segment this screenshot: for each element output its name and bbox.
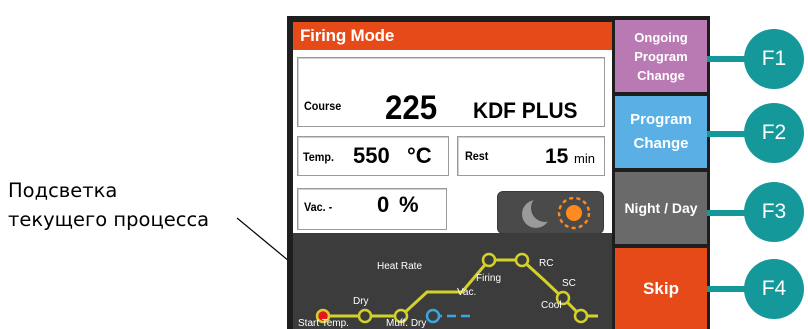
- program-change-line-1: Program: [630, 111, 692, 128]
- f4-key[interactable]: F4: [744, 259, 804, 319]
- temperature-field: Temp. 550 °C: [297, 136, 449, 176]
- stage-marker-vac: [425, 308, 441, 324]
- stage-label-heat-rate: Heat Rate: [377, 261, 422, 272]
- night-day-button[interactable]: Night / Day: [615, 172, 707, 244]
- temperature-unit: °C: [407, 143, 432, 168]
- f3-key[interactable]: F3: [744, 182, 804, 242]
- course-name: KDF PLUS: [473, 98, 578, 123]
- f2-connector: [707, 131, 747, 137]
- skip-button[interactable]: Skip: [615, 248, 707, 329]
- temperature-value: 550: [353, 143, 390, 168]
- stage-label-dry: Dry: [353, 296, 369, 307]
- night-day-indicator: [497, 191, 604, 234]
- firing-curve-graph: Start Temp. Dry Muff. Dry Heat Rate Vac.…: [293, 233, 612, 329]
- ongoing-program-change-button[interactable]: Ongoing Program Change: [615, 20, 707, 92]
- program-change-button[interactable]: Program Change: [615, 96, 707, 168]
- stage-label-firing: Firing: [476, 273, 501, 284]
- rest-unit: min: [574, 151, 595, 166]
- annotation-line-1: Подсветка: [8, 179, 118, 202]
- night-day-icons: [522, 194, 591, 230]
- rest-label: Rest: [465, 149, 489, 163]
- stage-label-sc: SC: [562, 278, 576, 289]
- stage-label-vac: Vac.: [457, 287, 476, 298]
- moon-icon: [522, 194, 559, 228]
- ongoing-program-change-line-2: Program: [634, 48, 688, 64]
- display-screen: Firing Mode Course 225 KDF PLUS Temp. 55…: [293, 22, 612, 329]
- rest-field: Rest 15 min: [457, 136, 605, 176]
- f2-key[interactable]: F2: [744, 103, 804, 163]
- vacuum-field: Vac. - 0 %: [297, 188, 447, 230]
- f4-connector: [707, 286, 747, 292]
- rest-value: 15: [545, 145, 569, 168]
- skip-label: Skip: [643, 278, 679, 298]
- stage-label-rc: RC: [539, 258, 553, 269]
- f1-connector: [707, 56, 747, 62]
- sun-icon: [557, 196, 591, 230]
- ongoing-program-change-line-3: Change: [637, 67, 685, 83]
- temperature-label: Temp.: [303, 150, 335, 164]
- program-change-line-2: Change: [633, 135, 689, 152]
- f3-connector: [707, 210, 747, 216]
- screen-title: Firing Mode: [293, 22, 612, 50]
- stage-marker-rc: [514, 252, 530, 268]
- stage-label-muff-dry: Muff. Dry: [386, 318, 426, 329]
- stage-label-cool: Cool: [541, 300, 562, 311]
- annotation: Подсветка текущего процесса: [8, 176, 209, 234]
- annotation-line-2: текущего процесса: [8, 208, 210, 231]
- stage-label-start-temp: Start Temp.: [298, 318, 349, 329]
- course-label: Course: [304, 99, 342, 113]
- vacuum-unit: %: [399, 192, 419, 217]
- vacuum-label: Vac. -: [304, 200, 333, 214]
- stage-marker-firing: [481, 252, 497, 268]
- vacuum-value: 0: [377, 192, 390, 217]
- course-number: 225: [385, 89, 438, 127]
- ongoing-program-change-line-1: Ongoing: [634, 29, 688, 45]
- firing-curve: Start Temp. Dry Muff. Dry Heat Rate Vac.…: [298, 252, 598, 329]
- stage-marker-dry: [357, 308, 373, 324]
- night-day-label: Night / Day: [624, 200, 698, 216]
- course-field: Course 225 KDF PLUS: [297, 57, 605, 127]
- stage-marker-cool: [573, 308, 589, 324]
- f1-key[interactable]: F1: [744, 29, 804, 89]
